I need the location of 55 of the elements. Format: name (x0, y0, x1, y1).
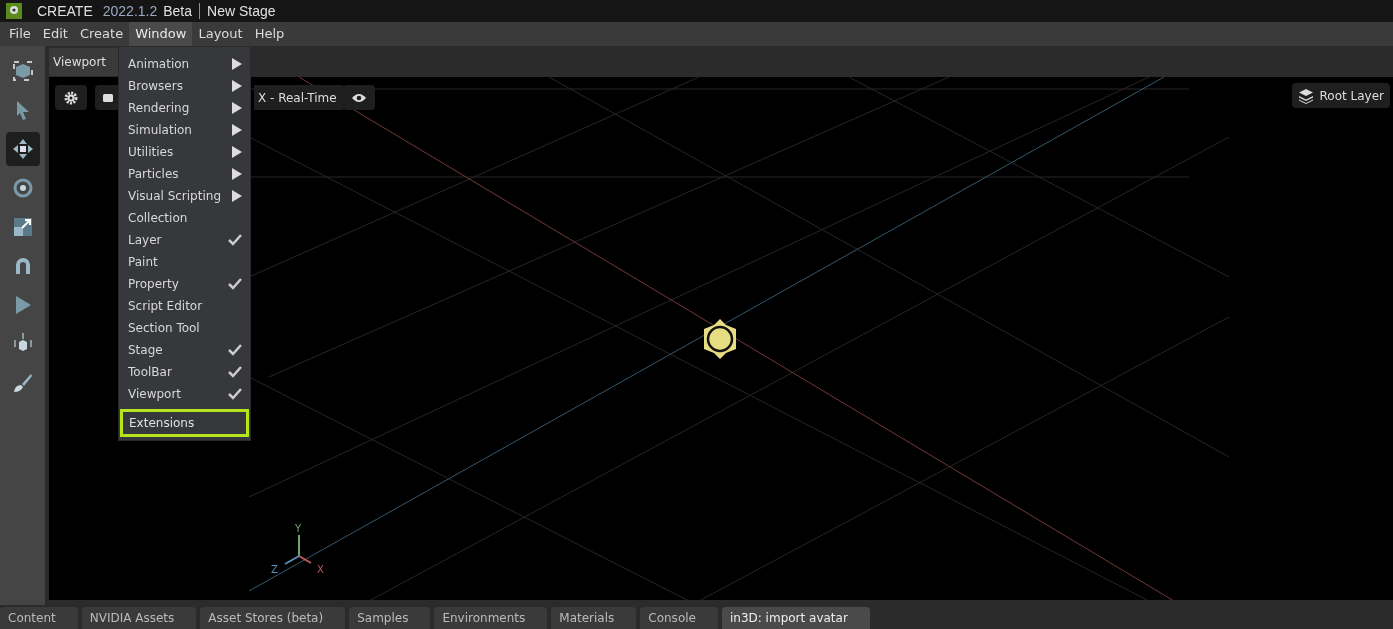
render-mode-button[interactable]: X - Real-Time (254, 85, 345, 110)
panel-tab[interactable]: Samples (349, 607, 431, 629)
menu-entry[interactable]: Collection (119, 207, 250, 229)
viewport-tab[interactable]: Viewport (49, 48, 119, 76)
menu-entry[interactable]: Paint (119, 251, 250, 273)
menu-entry[interactable]: Simulation (119, 119, 250, 141)
menu-item[interactable]: File (3, 22, 37, 46)
layers-icon (1297, 87, 1314, 104)
submenu-arrow-icon (232, 80, 242, 92)
menu-entry[interactable]: Layer (119, 229, 250, 251)
panel-tab[interactable]: NVIDIA Assets (81, 607, 197, 629)
panel-tab[interactable]: Asset Stores (beta) (200, 607, 346, 629)
menu-entry[interactable]: Viewport (119, 383, 250, 405)
menu-item[interactable]: Window (129, 22, 193, 46)
submenu-arrow-icon (232, 146, 242, 158)
panel-tab[interactable]: Materials (551, 607, 637, 629)
settings-icon (64, 90, 78, 105)
menu-entry[interactable]: Animation (119, 53, 250, 75)
menu-entry[interactable]: Utilities (119, 141, 250, 163)
submenu-arrow-icon (232, 168, 242, 180)
document-title: New Stage (207, 1, 276, 21)
panel-tab[interactable]: in3D: import avatar (721, 607, 870, 629)
menu-entry[interactable]: Browsers (119, 75, 250, 97)
submenu-arrow-icon (232, 190, 242, 202)
layer-label: Root Layer (1319, 87, 1384, 105)
version-label: 2022.1.2 (102, 1, 158, 21)
axis-gizmo-drawing: Y Z X (271, 523, 331, 578)
submenu-arrow-icon (232, 102, 242, 114)
panel-tab[interactable]: Environments (434, 607, 548, 629)
panel-tab[interactable]: Console (640, 607, 718, 629)
eye-icon (351, 92, 367, 103)
menu-entry[interactable]: Particles (119, 163, 250, 185)
menu-entry[interactable]: Property (119, 273, 250, 295)
frame-icon (10, 59, 35, 83)
settings-button[interactable] (55, 85, 87, 110)
edition-label: Beta (163, 1, 193, 21)
visibility-button[interactable] (343, 85, 375, 110)
menu-entry[interactable]: Visual Scripting (119, 185, 250, 207)
tool-button[interactable] (5, 132, 40, 166)
panel-tab[interactable]: Content (0, 607, 78, 629)
menu-entry[interactable]: Script Editor (119, 295, 250, 317)
logo-icon (6, 3, 22, 19)
menu-entry[interactable]: Extensions (120, 409, 249, 437)
submenu-arrow-icon (232, 58, 242, 70)
root-layer-button[interactable]: Root Layer (1291, 83, 1390, 108)
menu-item[interactable]: Edit (36, 22, 74, 46)
submenu-arrow-icon (232, 124, 242, 136)
menu-entry[interactable]: Section Tool (119, 317, 250, 339)
app-name: CREATE (37, 1, 93, 21)
menu-item[interactable]: Help (248, 22, 291, 46)
menu-entry[interactable]: ToolBar (119, 361, 250, 383)
menu-entry[interactable]: Rendering (119, 97, 250, 119)
menu-item[interactable]: Layout (192, 22, 249, 46)
menu-entry[interactable]: Stage (119, 339, 250, 361)
menu-item[interactable]: Create (73, 22, 130, 46)
